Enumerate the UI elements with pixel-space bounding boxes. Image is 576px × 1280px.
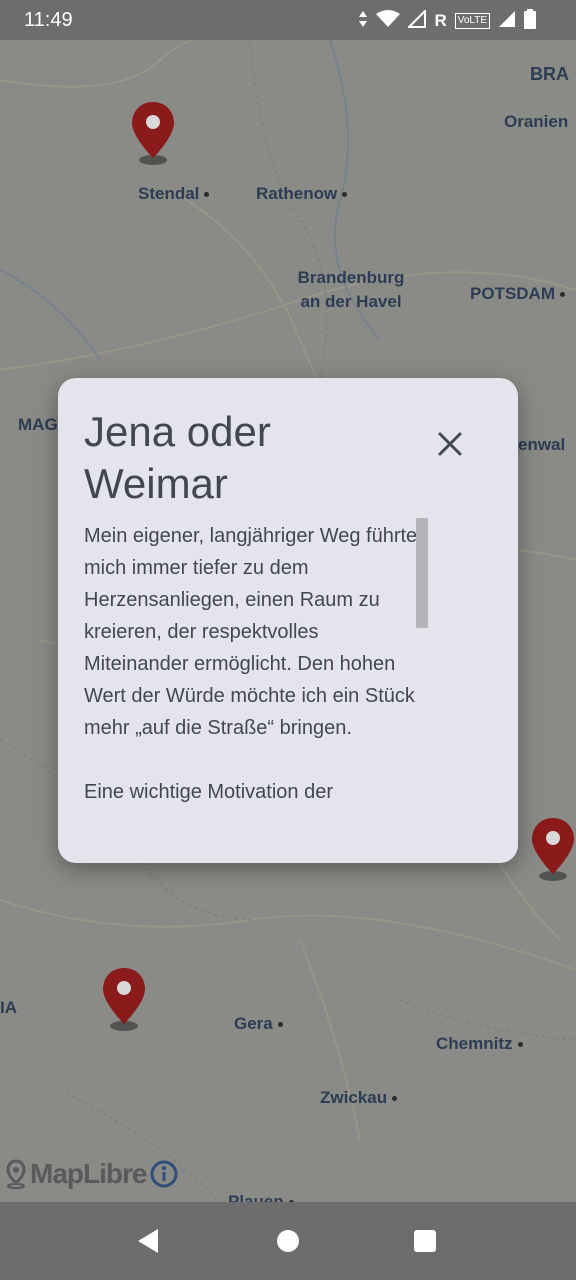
battery-icon [524,9,536,32]
city-label: Stendal [138,182,209,206]
city-label: MAG [18,415,58,434]
close-button[interactable] [428,422,472,466]
map-marker-icon[interactable] [130,100,176,166]
map-marker-icon[interactable] [530,816,576,882]
city-label: enwal [518,435,566,454]
signal-icon [498,10,516,31]
city-label: IA [0,998,17,1017]
recents-icon[interactable] [410,1226,440,1256]
city-label: Plauen [228,1190,294,1202]
home-icon[interactable] [273,1226,303,1256]
dialog-paragraph: Eine wichtige Motivation der [84,781,334,803]
scrollbar-thumb[interactable] [416,518,428,628]
map-attribution: MapLibre [6,1158,178,1190]
dialog-body[interactable]: Mein eigener, langjähriger Weg führte mi… [84,520,420,840]
city-label: Brandenburg an der Havel [297,268,405,311]
volte-icon: VoLTE [454,12,490,29]
location-dialog: Jena oder Weimar Mein eigener, langjähri… [58,378,518,863]
roaming-icon: R [434,10,447,30]
signal-icon [407,8,427,31]
city-label: Rathenow [256,182,347,206]
status-time: 11:49 [24,9,73,31]
maplibre-logo-icon [6,1159,26,1189]
city-label: Gera [234,1012,283,1036]
data-arrows-icon [358,10,368,31]
wifi-icon [376,10,401,31]
dialog-title: Jena oder Weimar [84,408,271,507]
back-icon[interactable] [134,1226,164,1256]
attribution-text: MapLibre [30,1158,147,1189]
city-label: Oranien [504,112,569,131]
info-icon[interactable] [150,1160,178,1188]
close-icon[interactable] [428,422,472,466]
status-icons: R VoLTE [358,8,536,32]
city-label: Zwickau [320,1086,397,1110]
city-label: POTSDAM [470,282,565,306]
dialog-paragraph: Mein eigener, langjähriger Weg führte mi… [84,525,418,739]
map-marker-icon[interactable] [101,966,147,1032]
city-label: BRA [530,64,569,84]
status-bar: 11:49 R VoLTE [0,0,576,40]
navigation-bar [0,1202,576,1280]
city-label: Chemnitz [436,1032,523,1056]
